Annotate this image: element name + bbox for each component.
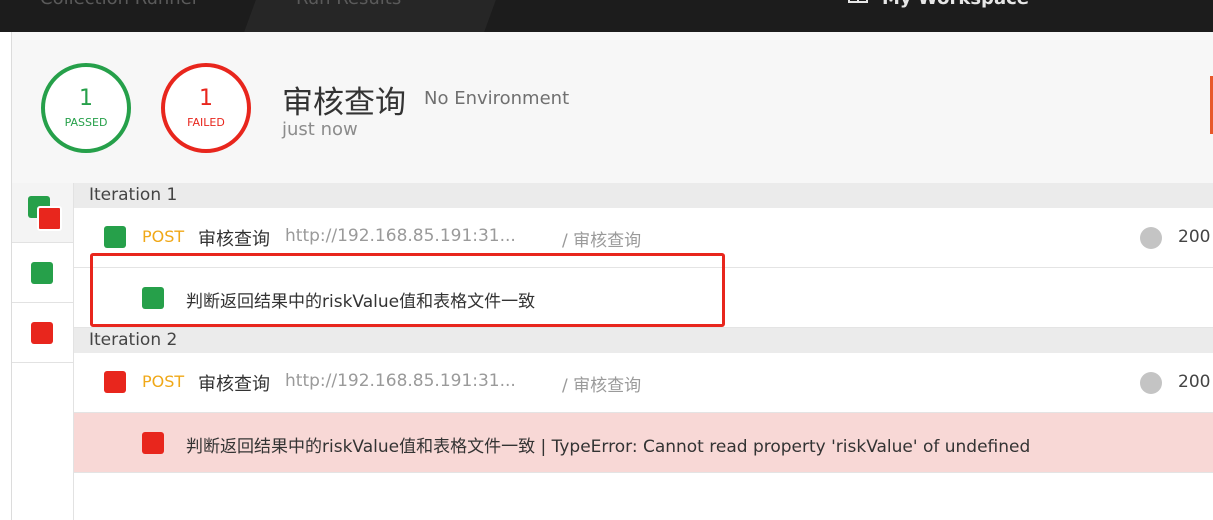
failed-label: FAILED [187, 116, 225, 129]
request-path: / 审核查询 [562, 231, 642, 251]
results-list: Iteration 1 POST 审核查询 http://192.168.85.… [74, 183, 1213, 520]
response-status-dot-icon [1140, 227, 1162, 249]
all-iterations-filter[interactable] [12, 183, 73, 243]
passed-label: PASSED [64, 116, 108, 129]
top-bar: Collection Runner Run Results My Workspa… [0, 0, 1213, 32]
workspace-icon [848, 0, 868, 3]
request-url: http://192.168.85.191:31... [285, 226, 516, 246]
request-method: POST [142, 372, 185, 391]
failed-counter[interactable]: 1 FAILED [161, 63, 251, 153]
response-code: 200 [1178, 227, 1211, 247]
passed-status-icon [31, 262, 53, 284]
iteration-nav-item-1[interactable] [12, 243, 73, 303]
test-result-text: 判断返回结果中的riskValue值和表格文件一致 | TypeError: C… [186, 437, 1031, 457]
response-status-dot-icon [1140, 372, 1162, 394]
failed-status-icon [104, 371, 126, 393]
failed-status-icon [37, 206, 62, 231]
passed-counter[interactable]: 1 PASSED [41, 63, 131, 153]
request-name[interactable]: 审核查询 [198, 225, 270, 251]
test-result-row-failed: 判断返回结果中的riskValue值和表格文件一致 | TypeError: C… [74, 413, 1213, 473]
workspace-switcher[interactable]: My Workspace [848, 0, 1029, 9]
failed-status-icon [142, 432, 164, 454]
run-summary: 1 PASSED 1 FAILED 审核查询 No Environment ju… [12, 32, 1213, 183]
iteration-header: Iteration 1 [74, 183, 1213, 208]
workspace-label: My Workspace [882, 0, 1029, 9]
run-title: 审核查询 [282, 85, 406, 121]
failed-status-icon [31, 322, 53, 344]
tab-run-results[interactable]: Run Results [296, 0, 401, 9]
annotation-highlight-box [90, 253, 725, 327]
failed-count: 1 [199, 86, 213, 111]
iteration-nav-item-2[interactable] [12, 303, 73, 363]
environment-label: No Environment [424, 88, 570, 109]
tab-collection-runner[interactable]: Collection Runner [40, 0, 199, 9]
request-url: http://192.168.85.191:31... [285, 371, 516, 391]
app-side-strip [0, 32, 12, 520]
iteration-header: Iteration 2 [74, 328, 1213, 353]
iteration-navigator [12, 183, 74, 520]
response-code: 200 [1178, 372, 1211, 392]
passed-count: 1 [79, 86, 93, 111]
request-row[interactable]: POST 审核查询 http://192.168.85.191:31... / … [74, 353, 1213, 413]
request-path: / 审核查询 [562, 376, 642, 396]
request-name[interactable]: 审核查询 [198, 370, 270, 396]
request-method: POST [142, 227, 185, 246]
run-timestamp: just now [282, 119, 358, 140]
passed-status-icon [104, 226, 126, 248]
